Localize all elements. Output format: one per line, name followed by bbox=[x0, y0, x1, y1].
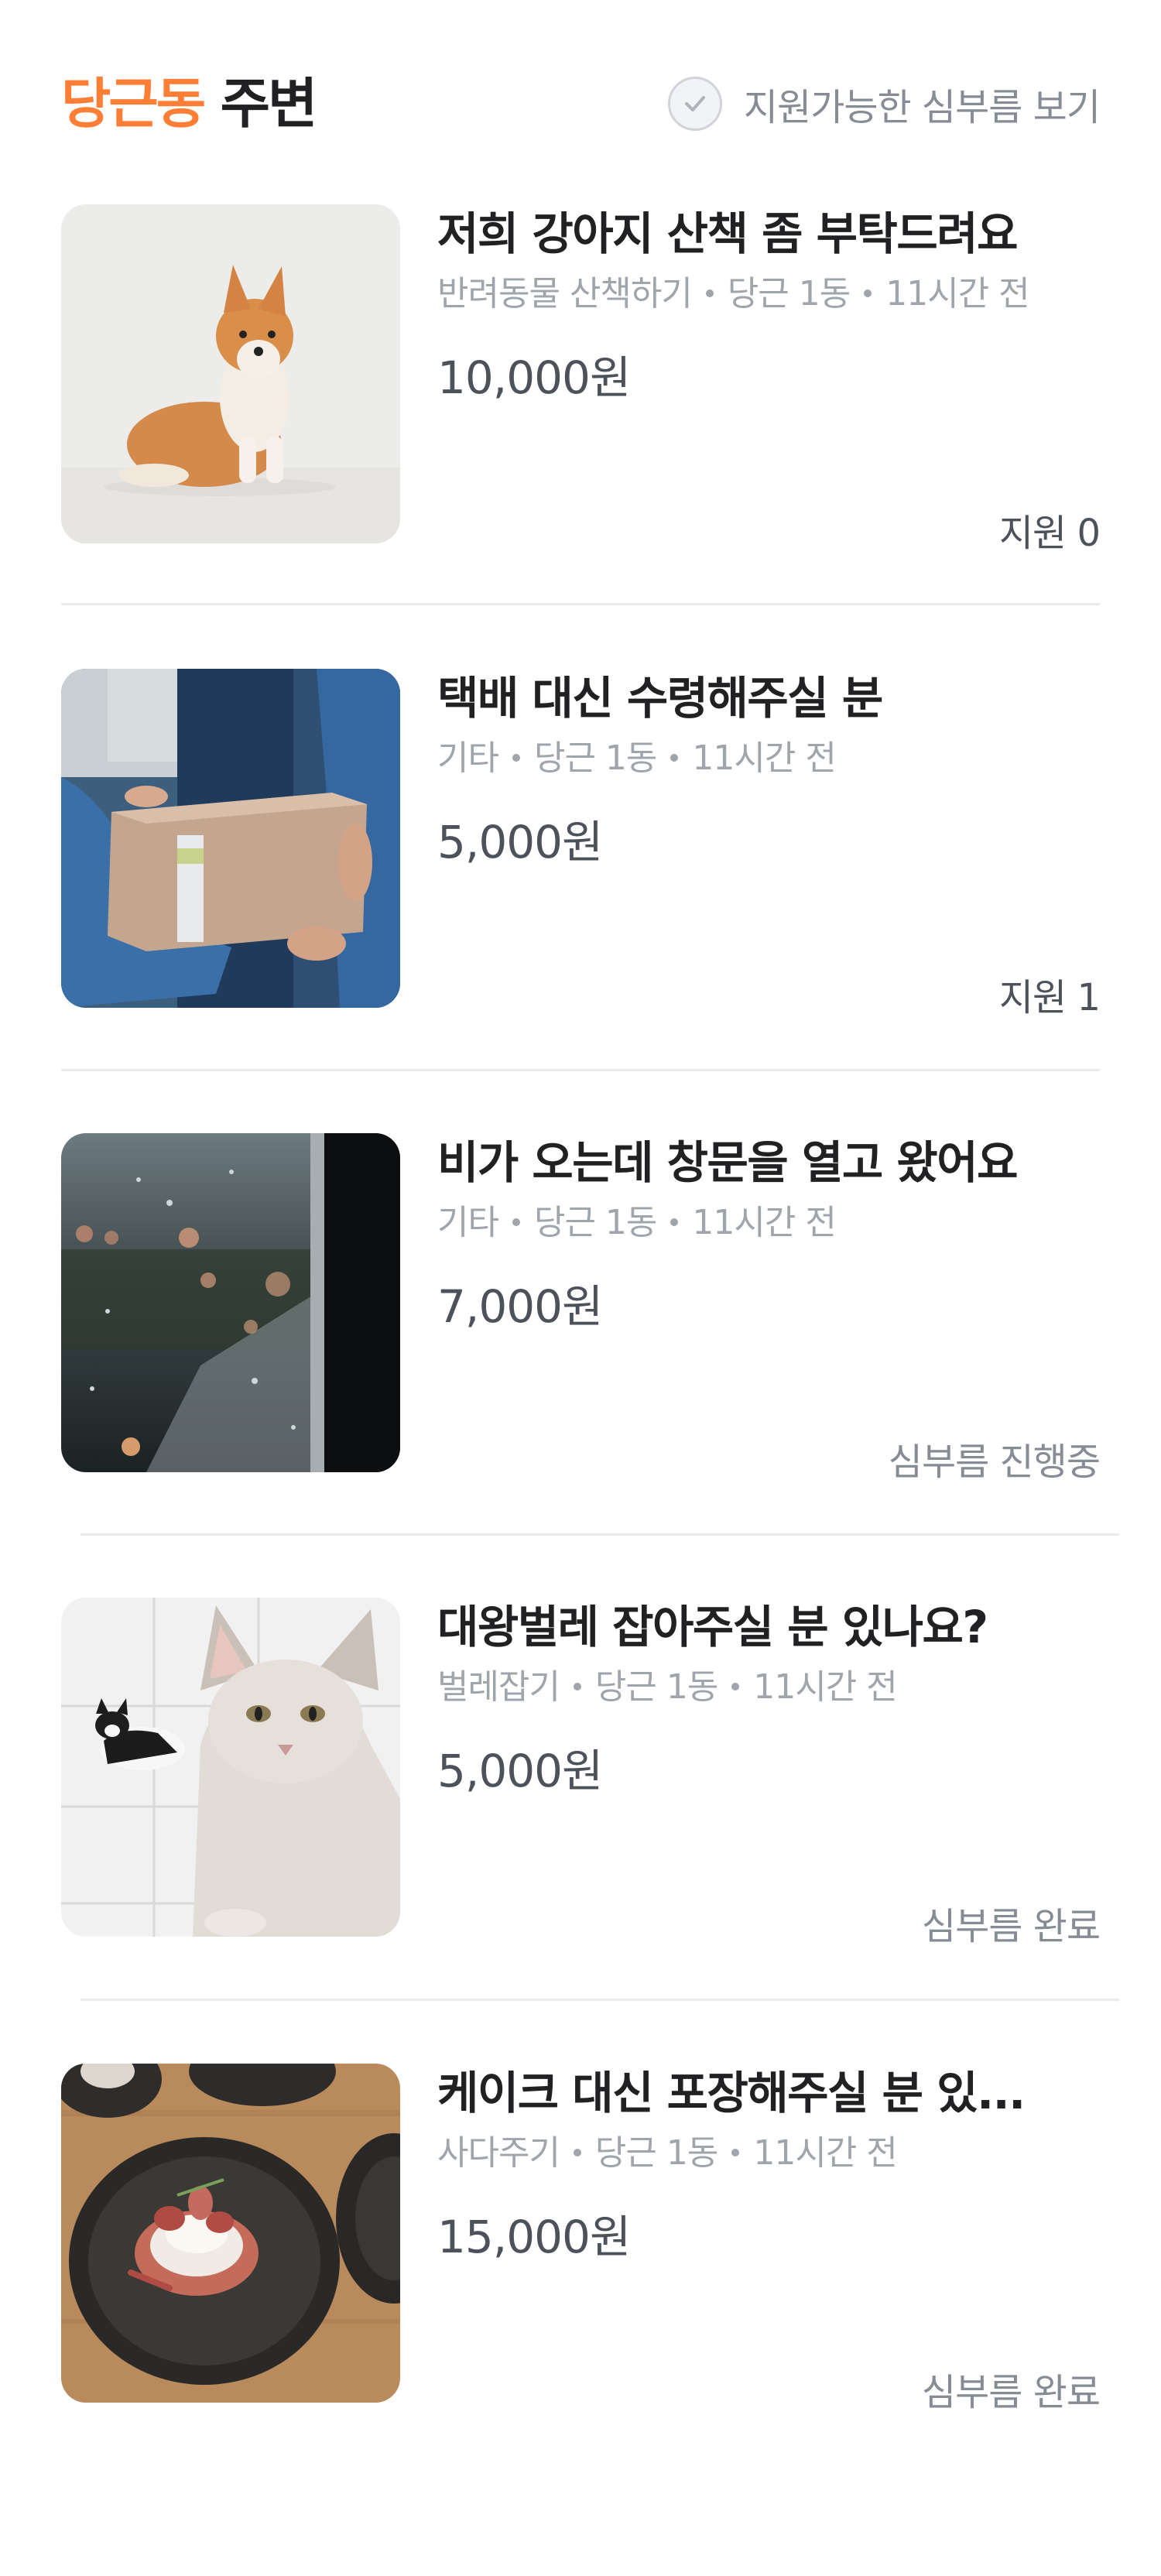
divider bbox=[61, 603, 1100, 605]
item-category: 벌레잡기 bbox=[437, 1667, 560, 1707]
list-item[interactable]: 택배 대신 수령해주실 분 기타 당근 1동 11시간 전 5,000원 지원 1 bbox=[61, 669, 1101, 1133]
item-area: 당근 1동 bbox=[594, 2133, 718, 2173]
separator-dot bbox=[512, 1218, 520, 1226]
item-meta: 벌레잡기 당근 1동 11시간 전 bbox=[437, 1664, 1100, 1711]
cats-photo bbox=[61, 1598, 400, 1937]
separator-dot bbox=[705, 289, 714, 297]
location-title[interactable]: 당근동 주변 bbox=[61, 68, 318, 139]
item-meta: 기타 당근 1동 11시간 전 bbox=[437, 1200, 1100, 1246]
item-category: 기타 bbox=[437, 738, 499, 778]
separator-dot bbox=[573, 2149, 581, 2156]
cake-plate-photo bbox=[61, 2064, 400, 2403]
location-name: 당근동 bbox=[61, 72, 206, 135]
separator-dot bbox=[670, 754, 679, 762]
item-meta: 기타 당근 1동 11시간 전 bbox=[437, 735, 1100, 782]
item-area: 당근 1동 bbox=[727, 274, 851, 313]
header: 당근동 주변 지원가능한 심부름 보기 bbox=[61, 68, 1101, 139]
item-info: 케이크 대신 포장해주실 분 있... 사다주기 당근 1동 11시간 전 15,0… bbox=[437, 2064, 1100, 2268]
filter-label: 지원가능한 심부름 보기 bbox=[743, 86, 1101, 129]
divider bbox=[80, 1999, 1119, 2001]
item-info: 택배 대신 수령해주실 분 기타 당근 1동 11시간 전 5,000원 bbox=[437, 669, 1100, 873]
item-status: 지원 1 bbox=[998, 976, 1101, 1019]
separator-dot bbox=[731, 2149, 740, 2156]
item-meta: 사다주기 당근 1동 11시간 전 bbox=[437, 2130, 1100, 2177]
list-item[interactable]: 케이크 대신 포장해주실 분 있... 사다주기 당근 1동 11시간 전 15,0… bbox=[61, 2064, 1101, 2528]
separator-dot bbox=[573, 1683, 581, 1690]
item-time: 11시간 전 bbox=[753, 1667, 897, 1707]
item-meta: 반려동물 산책하기 당근 1동 11시간 전 bbox=[437, 271, 1100, 317]
item-category: 기타 bbox=[437, 1203, 499, 1242]
corgi-dog-photo bbox=[61, 204, 400, 543]
item-status: 심부름 완료 bbox=[921, 2371, 1101, 2414]
separator-dot bbox=[864, 289, 872, 297]
item-price: 7,000원 bbox=[437, 1280, 603, 1333]
item-area: 당근 1동 bbox=[533, 1203, 657, 1242]
item-area: 당근 1동 bbox=[533, 738, 657, 778]
item-title: 케이크 대신 포장해주실 분 있... bbox=[437, 2067, 1026, 2119]
errand-list-page: 당근동 주변 지원가능한 심부름 보기 저희 강아지 산책 좀 부탁드려요 반려… bbox=[0, 0, 1161, 2576]
list-item[interactable]: 저희 강아지 산책 좀 부탁드려요 반려동물 산책하기 당근 1동 11시간 전 1… bbox=[61, 204, 1101, 669]
item-area: 당근 1동 bbox=[594, 1667, 718, 1707]
item-time: 11시간 전 bbox=[885, 274, 1029, 313]
item-time: 11시간 전 bbox=[753, 2133, 897, 2173]
parcel-handover-photo bbox=[61, 669, 400, 1008]
item-status: 심부름 진행중 bbox=[888, 1440, 1101, 1484]
item-title: 대왕벌레 잡아주실 분 있나요? bbox=[437, 1601, 988, 1653]
separator-dot bbox=[731, 1683, 740, 1690]
separator-dot bbox=[512, 754, 520, 762]
item-category: 반려동물 산책하기 bbox=[437, 274, 693, 313]
item-time: 11시간 전 bbox=[692, 1203, 836, 1242]
list-item[interactable]: 비가 오는데 창문을 열고 왔어요 기타 당근 1동 11시간 전 7,000원 심… bbox=[61, 1133, 1101, 1598]
available-filter-toggle[interactable]: 지원가능한 심부름 보기 bbox=[667, 68, 1101, 139]
item-info: 저희 강아지 산책 좀 부탁드려요 반려동물 산책하기 당근 1동 11시간 전 1… bbox=[437, 204, 1100, 409]
item-price: 10,000원 bbox=[437, 351, 631, 404]
item-info: 대왕벌레 잡아주실 분 있나요? 벌레잡기 당근 1동 11시간 전 5,000원 bbox=[437, 1598, 1100, 1802]
item-status: 지원 0 bbox=[998, 512, 1101, 555]
divider bbox=[61, 1069, 1100, 1071]
list-item[interactable]: 대왕벌레 잡아주실 분 있나요? 벌레잡기 당근 1동 11시간 전 5,000원 … bbox=[61, 1598, 1101, 2062]
item-price: 15,000원 bbox=[437, 2211, 631, 2263]
item-info: 비가 오는데 창문을 열고 왔어요 기타 당근 1동 11시간 전 7,000원 bbox=[437, 1133, 1100, 1338]
item-title: 택배 대신 수령해주실 분 bbox=[437, 672, 883, 724]
item-price: 5,000원 bbox=[437, 1745, 603, 1797]
item-title: 비가 오는데 창문을 열고 왔어요 bbox=[437, 1136, 1018, 1189]
rainy-window-photo bbox=[61, 1133, 400, 1472]
item-title: 저희 강아지 산책 좀 부탁드려요 bbox=[437, 207, 1018, 260]
item-time: 11시간 전 bbox=[692, 738, 836, 778]
item-category: 사다주기 bbox=[437, 2133, 560, 2173]
location-suffix: 주변 bbox=[204, 72, 318, 135]
check-icon[interactable] bbox=[667, 77, 722, 131]
separator-dot bbox=[670, 1218, 679, 1226]
item-price: 5,000원 bbox=[437, 816, 603, 868]
divider bbox=[80, 1533, 1119, 1536]
item-status: 심부름 완료 bbox=[921, 1905, 1101, 1948]
